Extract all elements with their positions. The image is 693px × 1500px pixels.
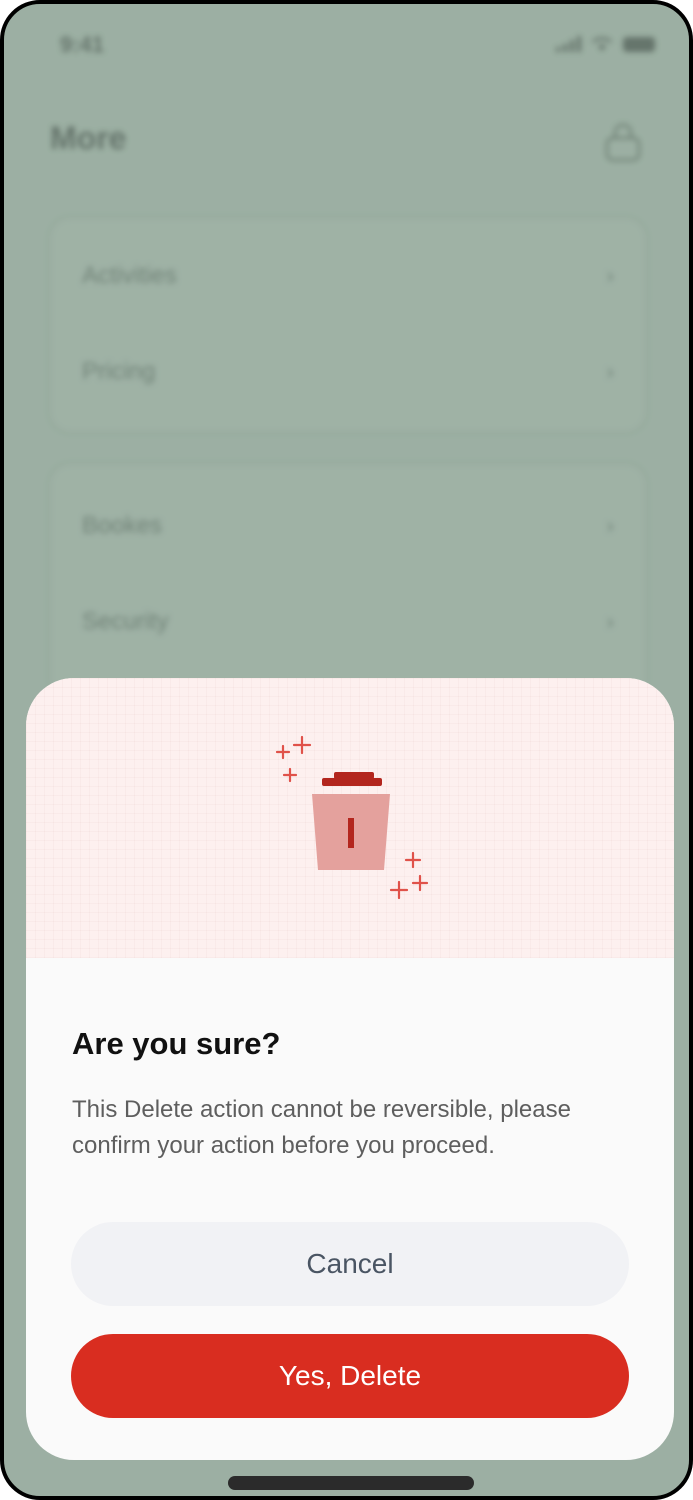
dialog-title: Are you sure? xyxy=(72,1026,281,1061)
phone-frame: 9:41 More Activities › Pricing › Bookes … xyxy=(0,0,693,1500)
confirm-delete-button[interactable]: Yes, Delete xyxy=(71,1334,629,1418)
trash-can-icon xyxy=(275,735,429,900)
delete-confirm-sheet: Are you sure? This Delete action cannot … xyxy=(26,678,674,1460)
dialog-message: This Delete action cannot be reversible,… xyxy=(72,1096,571,1159)
sheet-hero xyxy=(26,678,674,958)
cancel-button[interactable]: Cancel xyxy=(71,1222,629,1306)
home-indicator[interactable] xyxy=(228,1476,474,1490)
